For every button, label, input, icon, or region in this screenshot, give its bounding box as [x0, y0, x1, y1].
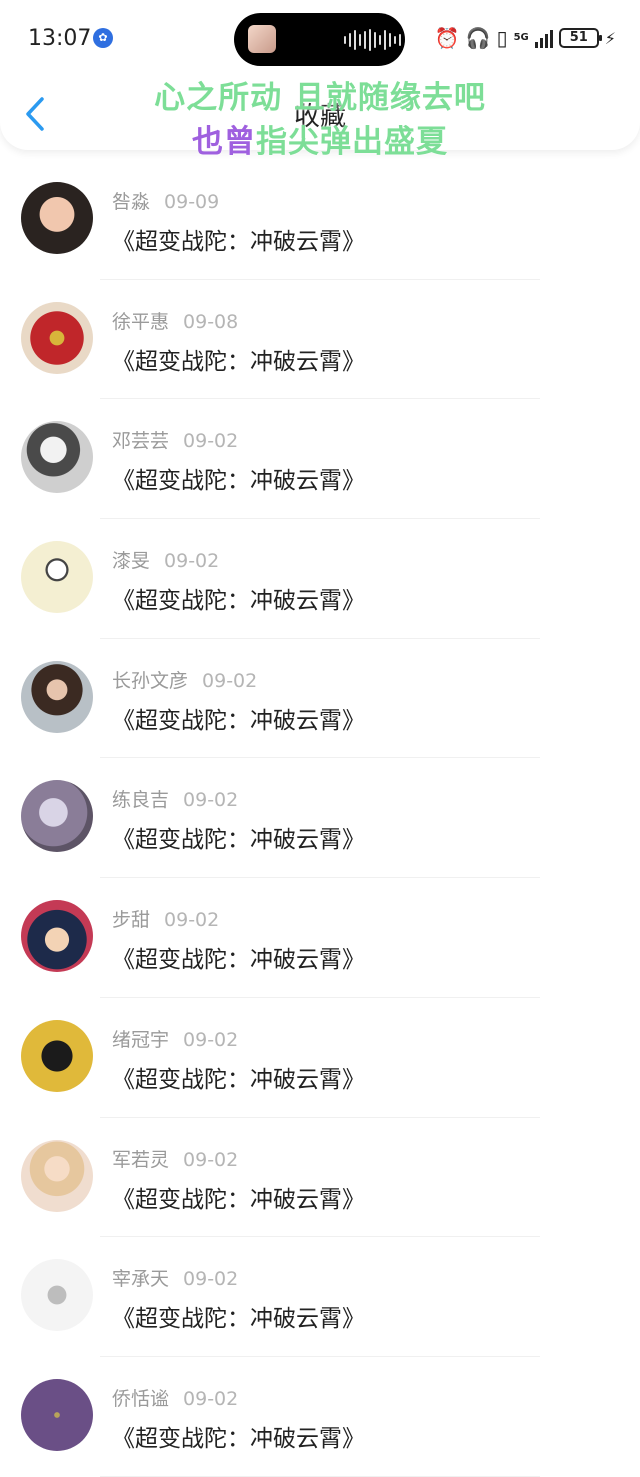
item-date: 09-02 — [164, 550, 220, 573]
avatar[interactable] — [21, 1019, 93, 1092]
item-date: 09-09 — [164, 191, 220, 213]
user-name: 漆旻 — [112, 550, 151, 573]
lyric-segment-sung: 也曾 — [192, 124, 256, 160]
audio-wave-icon — [344, 29, 401, 51]
user-name: 侨恬谧 — [112, 1387, 170, 1410]
work-title: 《超变战陀：冲破云霄》 — [112, 827, 365, 854]
user-name: 步甜 — [112, 909, 151, 932]
work-title: 《超变战陀：冲破云霄》 — [112, 1425, 365, 1452]
avatar[interactable] — [21, 182, 93, 254]
floating-lyric-line1: 心之所动 且就随缘去吧 — [154, 80, 486, 116]
battery-icon: 51 — [558, 28, 602, 48]
avatar[interactable] — [21, 1378, 93, 1451]
list-item[interactable]: 练良吉 09-02 《超变战陀：冲破云霄》 — [0, 758, 640, 878]
avatar[interactable] — [21, 780, 93, 853]
dynamic-island[interactable] — [234, 13, 405, 66]
user-name: 咎淼 — [112, 191, 151, 213]
baidu-paw-icon: ✿ — [93, 28, 113, 48]
list-item[interactable]: 漆旻 09-02 《超变战陀：冲破云霄》 — [0, 519, 640, 639]
charging-icon: ⚡ — [604, 28, 616, 48]
item-date: 09-02 — [202, 669, 258, 692]
list-item[interactable]: 长孙文彦 09-02 《超变战陀：冲破云霄》 — [0, 639, 640, 759]
avatar[interactable] — [21, 421, 93, 494]
work-title: 《超变战陀：冲破云霄》 — [112, 707, 365, 734]
user-name: 长孙文彦 — [112, 669, 189, 692]
list-item[interactable]: 步甜 09-02 《超变战陀：冲破云霄》 — [0, 878, 640, 998]
avatar[interactable] — [21, 1139, 93, 1212]
signal-icon — [534, 28, 553, 48]
avatar[interactable] — [21, 900, 93, 973]
user-name: 邓芸芸 — [112, 430, 170, 453]
work-title: 《超变战陀：冲破云霄》 — [112, 1186, 365, 1213]
work-title: 《超变战陀：冲破云霄》 — [112, 348, 365, 375]
status-time: 13:07 — [28, 26, 92, 51]
vibrate-icon: ▯ — [496, 26, 508, 50]
item-date: 09-02 — [183, 430, 239, 453]
item-date: 09-02 — [164, 909, 220, 932]
user-name: 徐平惠 — [112, 310, 170, 333]
avatar[interactable] — [21, 301, 93, 374]
item-date: 09-08 — [183, 310, 239, 333]
list-item[interactable]: 绪冠宇 09-02 《超变战陀：冲破云霄》 — [0, 998, 640, 1118]
user-name: 宰承天 — [112, 1268, 170, 1291]
avatar[interactable] — [21, 1259, 93, 1332]
work-title: 《超变战陀：冲破云霄》 — [112, 947, 365, 974]
alarm-icon: ⏰ — [434, 26, 460, 50]
work-title: 《超变战陀：冲破云霄》 — [112, 468, 365, 495]
list-item[interactable]: 军若灵 09-02 《超变战陀：冲破云霄》 — [0, 1118, 640, 1238]
headphones-icon: 🎧 — [465, 26, 491, 50]
list-item[interactable]: 侨恬谧 09-02 《超变战陀：冲破云霄》 — [0, 1357, 640, 1477]
user-name: 练良吉 — [112, 789, 170, 812]
work-title: 《超变战陀：冲破云霄》 — [112, 1066, 365, 1093]
item-date: 09-02 — [183, 1268, 239, 1291]
media-thumbnail — [248, 25, 276, 53]
network-type: 5G — [513, 32, 529, 43]
work-title: 《超变战陀：冲破云霄》 — [112, 1306, 365, 1333]
item-date: 09-02 — [183, 789, 239, 812]
work-title: 《超变战陀：冲破云霄》 — [112, 229, 365, 255]
list-item[interactable]: 邓芸芸 09-02 《超变战陀：冲破云霄》 — [0, 399, 640, 519]
list-item[interactable]: 徐平惠 09-08 《超变战陀：冲破云霄》 — [0, 280, 640, 400]
list-item[interactable]: 咎淼 09-09 《超变战陀：冲破云霄》 — [0, 160, 640, 280]
avatar[interactable] — [21, 660, 93, 733]
avatar[interactable] — [21, 541, 93, 614]
user-name: 绪冠宇 — [112, 1028, 170, 1051]
work-title: 《超变战陀：冲破云霄》 — [112, 588, 365, 615]
item-date: 09-02 — [183, 1148, 239, 1171]
floating-lyric-line2: 也曾指尖弹出盛夏 — [0, 116, 640, 161]
list-item[interactable]: 宰承天 09-02 《超变战陀：冲破云霄》 — [0, 1237, 640, 1357]
lyric-segment-upcoming: 指尖弹出盛夏 — [256, 124, 448, 160]
item-date: 09-02 — [183, 1387, 239, 1410]
status-icons: ⏰ 🎧 ▯ 5G 51 ⚡ — [435, 26, 616, 50]
user-name: 军若灵 — [112, 1148, 170, 1171]
favorites-list: 咎淼 09-09 《超变战陀：冲破云霄》 徐平惠 09-08 《超变战陀：冲破云霄》… — [0, 160, 640, 1477]
item-date: 09-02 — [183, 1028, 239, 1051]
